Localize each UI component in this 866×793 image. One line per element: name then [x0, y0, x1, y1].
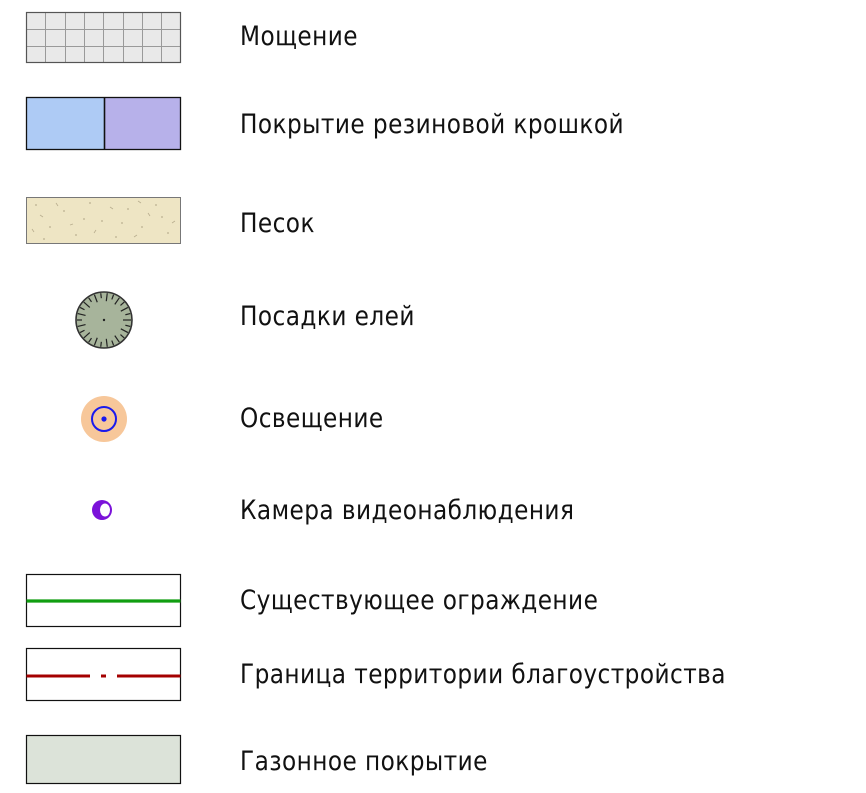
legend-item-lawn: Газонное покрытие [0, 733, 866, 793]
boundary-dash-dot-line-icon [25, 647, 182, 702]
legend-item-rubber-crumb: Покрытие резиновой крошкой [0, 95, 866, 155]
legend-label-lawn: Газонное покрытие [240, 746, 488, 777]
legend-label-lighting: Освещение [240, 403, 384, 434]
paving-swatch-icon [25, 11, 182, 64]
legend-item-lighting: Освещение [0, 390, 866, 450]
legend-label-rubber-crumb: Покрытие резиновой крошкой [240, 109, 624, 140]
rubber-crumb-swatch-icon [25, 96, 182, 151]
legend-item-fence: Существующее ограждение [0, 570, 866, 630]
legend-label-boundary: Граница территории благоустройства [240, 659, 726, 690]
spruce-planting-icon [74, 290, 134, 350]
lawn-swatch-icon [25, 734, 182, 785]
legend-label-fence: Существующее ограждение [240, 585, 599, 616]
legend-label-cctv: Камера видеонаблюдения [240, 495, 575, 526]
legend-item-spruce: Посадки елей [0, 290, 866, 350]
map-legend: Мощение Покрытие резиновой крошкой Песок… [0, 0, 866, 791]
existing-fence-line-icon [25, 573, 182, 628]
legend-item-paving: Мощение [0, 10, 866, 70]
legend-item-boundary: Граница территории благоустройства [0, 647, 866, 708]
legend-label-spruce: Посадки елей [240, 301, 415, 332]
cctv-camera-icon [90, 498, 114, 522]
legend-item-cctv: Камера видеонаблюдения [0, 480, 866, 540]
sand-swatch-icon [26, 197, 182, 245]
legend-label-paving: Мощение [240, 21, 358, 52]
legend-label-sand: Песок [240, 208, 315, 239]
lighting-icon [79, 394, 129, 444]
legend-item-sand: Песок [0, 195, 866, 255]
